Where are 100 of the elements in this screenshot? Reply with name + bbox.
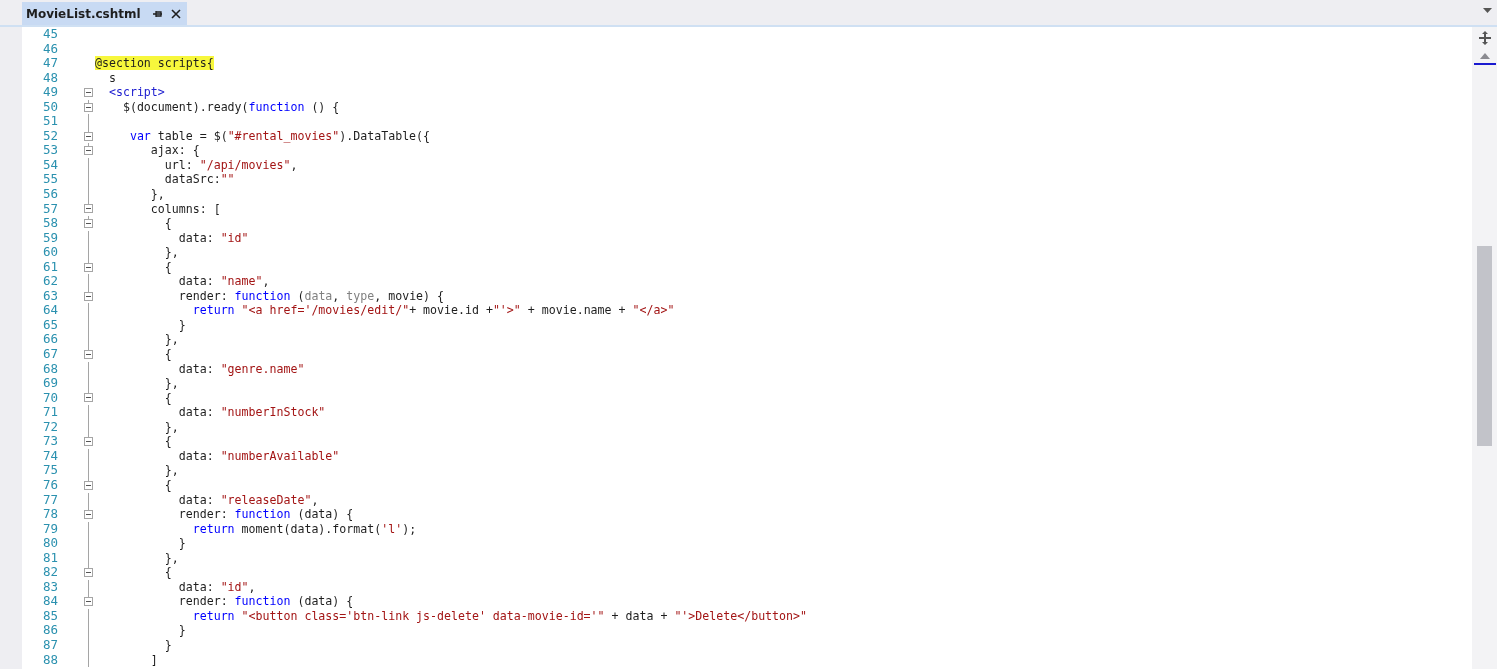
code-line: columns: [: [149, 201, 221, 217]
collapse-button[interactable]: [84, 262, 93, 272]
code-line: },: [149, 187, 165, 202]
code-line: {: [163, 347, 172, 362]
code-line: render: function (data) {: [177, 507, 354, 522]
code-line: },: [163, 550, 179, 566]
line-number: 74: [41, 448, 58, 464]
line-number: 65: [41, 317, 58, 333]
line-number: 63: [41, 288, 58, 304]
code-line: {: [163, 565, 172, 580]
line-number: 69: [41, 376, 58, 391]
code-line: }: [177, 623, 186, 638]
line-number: 58: [41, 216, 58, 231]
line-number: 56: [41, 187, 58, 202]
line-number: 53: [41, 143, 58, 158]
line-number: 48: [41, 70, 58, 86]
code-line: data: "genre.name": [177, 361, 305, 377]
code-line: },: [163, 419, 179, 435]
code-line: data: "id": [177, 230, 249, 246]
document-tab[interactable]: MovieList.cshtml: [22, 2, 187, 25]
vertical-scrollbar[interactable]: [1472, 27, 1497, 669]
code-line: return moment(data).format('l');: [191, 521, 417, 537]
line-number: 59: [41, 230, 58, 246]
line-number: 87: [41, 637, 58, 653]
code-line: data: "id",: [177, 579, 256, 595]
code-line: },: [163, 332, 179, 348]
collapse-button[interactable]: [84, 87, 93, 97]
line-number: 61: [41, 259, 58, 275]
split-icon[interactable]: [1478, 31, 1491, 45]
line-number: 62: [41, 274, 58, 289]
code-line: {: [163, 477, 172, 493]
line-number: 50: [41, 99, 58, 115]
collapse-button[interactable]: [84, 509, 93, 519]
scroll-up-arrow-icon[interactable]: [1479, 53, 1490, 59]
code-line: }: [177, 317, 186, 333]
code-line: s: [107, 70, 116, 86]
collapse-button[interactable]: [84, 146, 93, 156]
collapse-button[interactable]: [84, 291, 93, 301]
line-number: 60: [41, 245, 58, 260]
line-number: 85: [41, 608, 58, 624]
code-line: render: function (data) {: [177, 594, 354, 609]
line-number: 46: [41, 41, 58, 57]
line-number: 64: [41, 303, 58, 318]
code-line: data: "name",: [177, 274, 270, 289]
line-number: 57: [41, 201, 58, 217]
line-number: 51: [41, 114, 58, 129]
line-number: 66: [41, 332, 58, 348]
code-line: }: [163, 637, 172, 653]
line-number: 47: [41, 56, 58, 71]
line-number: 49: [41, 85, 58, 100]
collapse-button[interactable]: [84, 568, 93, 577]
code-line: data: "numberAvailable": [177, 448, 340, 464]
line-number: 68: [41, 361, 58, 377]
collapse-button[interactable]: [84, 597, 93, 607]
collapse-button[interactable]: [84, 393, 93, 403]
collapse-button[interactable]: [84, 131, 93, 141]
line-number: 54: [41, 157, 58, 173]
code-line: <script>: [107, 85, 165, 100]
code-line: },: [163, 463, 179, 478]
close-icon[interactable]: [170, 8, 181, 19]
code-line: var table = $("#rental_movies").DataTable({: [128, 128, 431, 144]
line-number: 70: [41, 390, 58, 406]
line-number: 78: [41, 507, 58, 522]
line-number: 88: [41, 652, 58, 668]
collapse-button[interactable]: [84, 349, 93, 359]
code-line: dataSrc:"": [163, 172, 235, 187]
line-number: 55: [41, 172, 58, 187]
line-number: 86: [41, 623, 58, 638]
scrollbar-thumb[interactable]: [1477, 246, 1492, 446]
collapse-button[interactable]: [84, 204, 93, 214]
collapse-button[interactable]: [84, 480, 93, 490]
code-line: ]: [149, 652, 158, 668]
collapse-button[interactable]: [84, 218, 93, 228]
code-line: {: [163, 434, 172, 449]
line-number: 71: [41, 405, 58, 420]
code-line: url: "/api/movies",: [163, 157, 298, 173]
caret-position-marker: [1473, 63, 1496, 65]
line-number: 45: [41, 27, 58, 42]
collapse-button[interactable]: [84, 102, 93, 112]
code-line: return "<a href='/movies/edit/"+ movie.id +"'>" + movie.name + "</a>": [191, 303, 675, 318]
line-number: 73: [41, 434, 58, 449]
pin-icon[interactable]: [152, 8, 163, 19]
line-number: 76: [41, 477, 58, 493]
line-number: 79: [41, 521, 58, 537]
collapse-button[interactable]: [84, 437, 93, 447]
code-line: ajax: {: [149, 143, 200, 158]
line-number: 81: [41, 550, 58, 566]
line-number: 82: [41, 565, 58, 580]
code-line: $(document).ready(function () {: [121, 99, 340, 115]
code-line: {: [163, 259, 172, 275]
code-line: render: function (data, type, movie) {: [177, 288, 445, 304]
line-number: 75: [41, 463, 58, 478]
line-number: 77: [41, 492, 58, 508]
code-line: },: [163, 376, 179, 391]
line-number: 83: [41, 579, 58, 595]
line-number: 67: [41, 347, 58, 362]
dropdown-arrow-icon[interactable]: [1483, 7, 1492, 13]
code-line: {: [163, 390, 172, 406]
code-line: data: "releaseDate",: [177, 492, 319, 508]
line-number: 72: [41, 419, 58, 435]
